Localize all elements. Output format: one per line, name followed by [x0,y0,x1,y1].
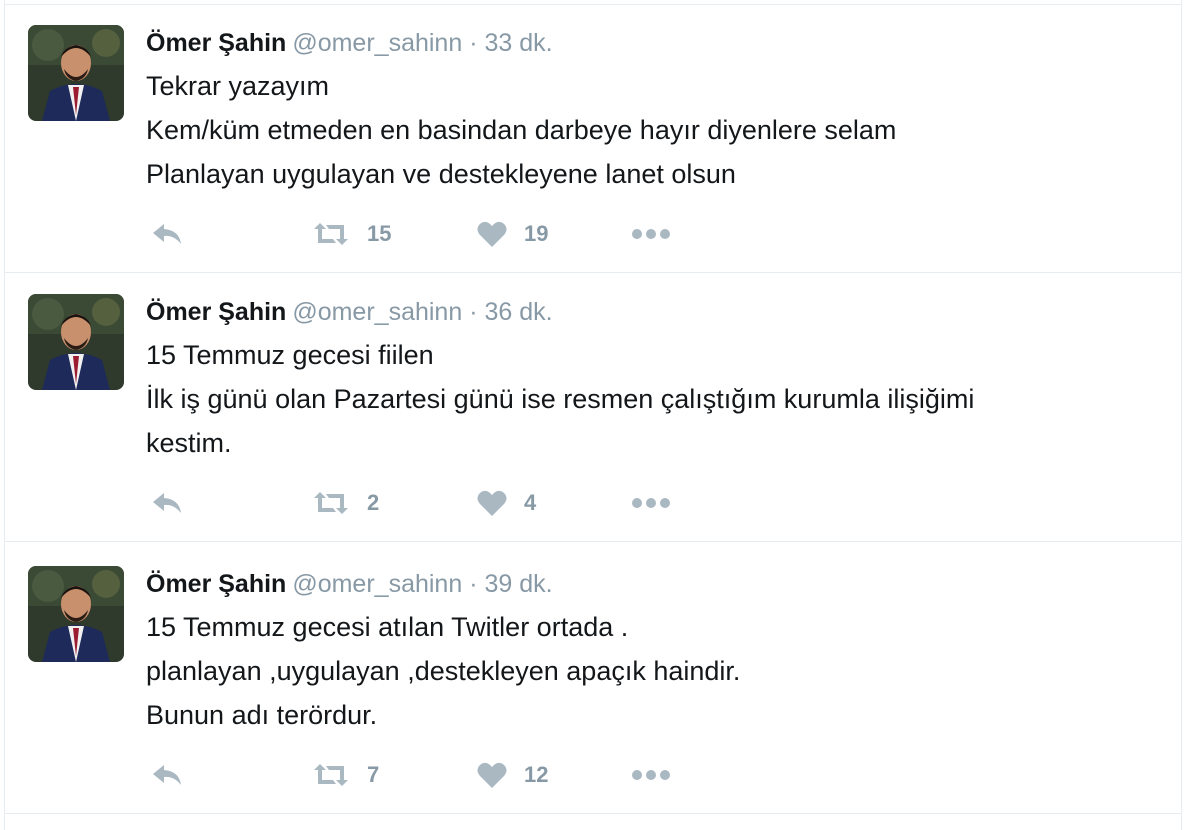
tweet[interactable]: Ömer Şahin @omer_sahinn · 36 dk. 15 Temmu… [5,273,1181,542]
timestamp[interactable]: 39 dk. [484,570,552,598]
reply-button[interactable] [150,216,184,252]
tweet-header: Ömer Şahin @omer_sahinn · 33 dk. [146,26,553,60]
more-button[interactable] [631,216,671,252]
more-button[interactable] [631,485,671,521]
separator: · [469,29,478,57]
tweet-text-line: Bunun adı terördur. [146,700,378,730]
author-handle[interactable]: @omer_sahinn [292,298,462,326]
heart-icon [477,221,507,247]
author-name[interactable]: Ömer Şahin [146,570,286,598]
tweet-text-line: Tekrar yazayım [146,71,330,101]
more-dots-icon [632,770,670,780]
tweet-actions: 15 19 [146,216,746,252]
tweet-text-line: 15 Temmuz gecesi fiilen [146,340,434,370]
retweet-count: 7 [367,762,380,787]
avatar[interactable] [28,294,124,390]
retweet-button[interactable]: 2 [311,485,379,521]
retweet-button[interactable]: 7 [311,757,379,793]
retweet-count: 15 [367,221,392,246]
timestamp[interactable]: 36 dk. [484,298,552,326]
like-count: 19 [524,221,549,246]
timestamp[interactable]: 33 dk. [484,29,552,57]
tweet[interactable]: Ömer Şahin @omer_sahinn · 33 dk. Tekrar y… [5,4,1181,273]
tweet-header: Ömer Şahin @omer_sahinn · 36 dk. [146,295,553,329]
like-button[interactable]: 19 [476,216,548,252]
separator: · [469,570,478,598]
tweet-actions: 7 12 [146,757,746,793]
reply-icon [153,765,181,785]
separator: · [469,298,478,326]
retweet-count: 2 [367,490,380,515]
timeline: Ömer Şahin @omer_sahinn · 33 dk. Tekrar y… [4,0,1182,830]
tweet-text: Tekrar yazayım Kem/küm etmeden en basind… [146,64,1156,196]
retweet-button[interactable]: 15 [311,216,391,252]
more-button[interactable] [631,757,671,793]
like-count: 4 [524,490,537,515]
like-button[interactable]: 12 [476,757,548,793]
author-handle[interactable]: @omer_sahinn [292,29,462,57]
heart-icon [477,762,507,788]
reply-icon [153,224,181,244]
tweet-text: 15 Temmuz gecesi fiilen İlk iş günü olan… [146,333,1156,465]
tweet-actions: 2 4 [146,485,746,521]
more-dots-icon [632,498,670,508]
retweet-icon [314,764,348,786]
reply-button[interactable] [150,485,184,521]
tweet-text-line: 15 Temmuz gecesi atılan Twitler ortada . [146,612,629,642]
tweet-text: 15 Temmuz gecesi atılan Twitler ortada .… [146,605,1156,737]
tweet-text-line: Kem/küm etmeden en basindan darbeye hayı… [146,115,897,145]
tweet[interactable]: Ömer Şahin @omer_sahinn · 39 dk. 15 Temmu… [5,545,1181,814]
reply-button[interactable] [150,757,184,793]
tweet-text-line: planlayan ,uygulayan ,destekleyen apaçık… [146,656,741,686]
tweet-header: Ömer Şahin @omer_sahinn · 39 dk. [146,567,553,601]
retweet-icon [314,492,348,514]
author-name[interactable]: Ömer Şahin [146,298,286,326]
tweet-text-line: Planlayan uygulayan ve destekleyene lane… [146,159,736,189]
tweet-text-line: kestim. [146,428,232,458]
retweet-icon [314,223,348,245]
author-name[interactable]: Ömer Şahin [146,29,286,57]
reply-icon [153,493,181,513]
like-count: 12 [524,762,549,787]
heart-icon [477,490,507,516]
more-dots-icon [632,229,670,239]
tweet-text-line: İlk iş günü olan Pazartesi günü ise resm… [146,384,975,414]
avatar[interactable] [28,566,124,662]
avatar[interactable] [28,25,124,121]
like-button[interactable]: 4 [476,485,536,521]
author-handle[interactable]: @omer_sahinn [292,570,462,598]
